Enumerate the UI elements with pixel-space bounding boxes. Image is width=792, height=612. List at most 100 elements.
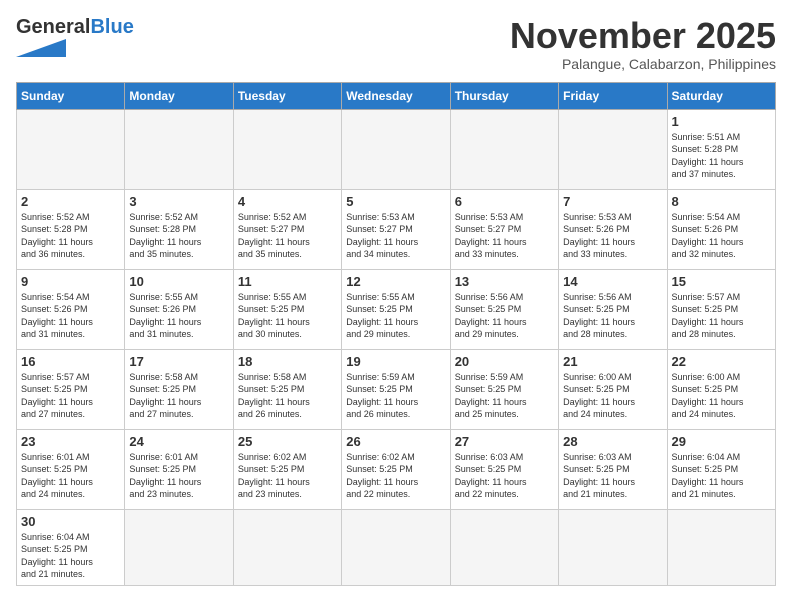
week-row-3: 9 Sunrise: 5:54 AM Sunset: 5:26 PM Daylig… (17, 269, 776, 349)
day-info: Sunrise: 6:04 AM Sunset: 5:25 PM Dayligh… (672, 451, 771, 501)
day-number: 20 (455, 354, 554, 369)
week-row-4: 16 Sunrise: 5:57 AM Sunset: 5:25 PM Dayli… (17, 349, 776, 429)
calendar-cell: 27Sunrise: 6:03 AM Sunset: 5:25 PM Dayli… (450, 429, 558, 509)
weekday-header-saturday: Saturday (667, 82, 775, 109)
day-number: 9 (21, 274, 120, 289)
calendar-cell: 10Sunrise: 5:55 AM Sunset: 5:26 PM Dayli… (125, 269, 233, 349)
day-info: Sunrise: 5:55 AM Sunset: 5:25 PM Dayligh… (346, 291, 445, 341)
calendar-cell (342, 109, 450, 189)
day-number: 25 (238, 434, 337, 449)
day-number: 21 (563, 354, 662, 369)
day-info: Sunrise: 5:57 AM Sunset: 5:25 PM Dayligh… (21, 371, 120, 421)
calendar-cell: 9 Sunrise: 5:54 AM Sunset: 5:26 PM Daylig… (17, 269, 125, 349)
day-number: 24 (129, 434, 228, 449)
day-info: Sunrise: 5:57 AM Sunset: 5:25 PM Dayligh… (672, 291, 771, 341)
weekday-header-thursday: Thursday (450, 82, 558, 109)
calendar-cell (450, 509, 558, 585)
day-number: 6 (455, 194, 554, 209)
day-info: Sunrise: 5:58 AM Sunset: 5:25 PM Dayligh… (129, 371, 228, 421)
calendar-cell (450, 109, 558, 189)
calendar-cell: 22 Sunrise: 6:00 AM Sunset: 5:25 PM Dayli… (667, 349, 775, 429)
day-info: Sunrise: 5:56 AM Sunset: 5:25 PM Dayligh… (455, 291, 554, 341)
calendar-cell: 29 Sunrise: 6:04 AM Sunset: 5:25 PM Dayli… (667, 429, 775, 509)
day-number: 2 (21, 194, 120, 209)
day-info: Sunrise: 5:54 AM Sunset: 5:26 PM Dayligh… (21, 291, 120, 341)
day-info: Sunrise: 5:52 AM Sunset: 5:27 PM Dayligh… (238, 211, 337, 261)
week-row-1: 1Sunrise: 5:51 AM Sunset: 5:28 PM Daylig… (17, 109, 776, 189)
day-info: Sunrise: 5:53 AM Sunset: 5:26 PM Dayligh… (563, 211, 662, 261)
day-info: Sunrise: 6:01 AM Sunset: 5:25 PM Dayligh… (129, 451, 228, 501)
day-info: Sunrise: 5:54 AM Sunset: 5:26 PM Dayligh… (672, 211, 771, 261)
day-number: 22 (672, 354, 771, 369)
day-number: 11 (238, 274, 337, 289)
day-info: Sunrise: 5:53 AM Sunset: 5:27 PM Dayligh… (346, 211, 445, 261)
logo-blue-text: Blue (90, 16, 133, 39)
calendar-cell: 14 Sunrise: 5:56 AM Sunset: 5:25 PM Dayli… (559, 269, 667, 349)
day-info: Sunrise: 5:59 AM Sunset: 5:25 PM Dayligh… (455, 371, 554, 421)
day-info: Sunrise: 5:53 AM Sunset: 5:27 PM Dayligh… (455, 211, 554, 261)
day-number: 28 (563, 434, 662, 449)
calendar-cell (559, 509, 667, 585)
day-info: Sunrise: 5:58 AM Sunset: 5:25 PM Dayligh… (238, 371, 337, 421)
calendar-cell: 28 Sunrise: 6:03 AM Sunset: 5:25 PM Dayli… (559, 429, 667, 509)
calendar-cell: 24 Sunrise: 6:01 AM Sunset: 5:25 PM Dayli… (125, 429, 233, 509)
weekday-header-friday: Friday (559, 82, 667, 109)
day-info: Sunrise: 6:02 AM Sunset: 5:25 PM Dayligh… (346, 451, 445, 501)
day-number: 16 (21, 354, 120, 369)
day-info: Sunrise: 6:04 AM Sunset: 5:25 PM Dayligh… (21, 531, 120, 581)
calendar-cell: 8 Sunrise: 5:54 AM Sunset: 5:26 PM Daylig… (667, 189, 775, 269)
day-number: 19 (346, 354, 445, 369)
weekday-header-sunday: Sunday (17, 82, 125, 109)
calendar-cell (125, 109, 233, 189)
day-info: Sunrise: 5:55 AM Sunset: 5:26 PM Dayligh… (129, 291, 228, 341)
week-row-5: 23Sunrise: 6:01 AM Sunset: 5:25 PM Dayli… (17, 429, 776, 509)
calendar-cell (233, 109, 341, 189)
day-number: 4 (238, 194, 337, 209)
day-number: 29 (672, 434, 771, 449)
day-info: Sunrise: 5:59 AM Sunset: 5:25 PM Dayligh… (346, 371, 445, 421)
weekday-header-monday: Monday (125, 82, 233, 109)
calendar-cell: 23Sunrise: 6:01 AM Sunset: 5:25 PM Dayli… (17, 429, 125, 509)
logo: General Blue (16, 16, 134, 57)
day-info: Sunrise: 6:03 AM Sunset: 5:25 PM Dayligh… (455, 451, 554, 501)
weekday-header-row: SundayMondayTuesdayWednesdayThursdayFrid… (17, 82, 776, 109)
day-number: 1 (672, 114, 771, 129)
calendar-cell: 12Sunrise: 5:55 AM Sunset: 5:25 PM Dayli… (342, 269, 450, 349)
calendar-table: SundayMondayTuesdayWednesdayThursdayFrid… (16, 82, 776, 586)
calendar-cell (125, 509, 233, 585)
calendar-cell: 16 Sunrise: 5:57 AM Sunset: 5:25 PM Dayli… (17, 349, 125, 429)
day-info: Sunrise: 6:00 AM Sunset: 5:25 PM Dayligh… (672, 371, 771, 421)
logo-general-text: General (16, 16, 90, 39)
calendar-cell: 4 Sunrise: 5:52 AM Sunset: 5:27 PM Daylig… (233, 189, 341, 269)
header: General Blue November 2025 Palangue, Cal… (16, 16, 776, 72)
calendar-cell (233, 509, 341, 585)
day-number: 7 (563, 194, 662, 209)
calendar-cell: 21 Sunrise: 6:00 AM Sunset: 5:25 PM Dayli… (559, 349, 667, 429)
day-info: Sunrise: 5:56 AM Sunset: 5:25 PM Dayligh… (563, 291, 662, 341)
week-row-6: 30 Sunrise: 6:04 AM Sunset: 5:25 PM Dayli… (17, 509, 776, 585)
week-row-2: 2 Sunrise: 5:52 AM Sunset: 5:28 PM Daylig… (17, 189, 776, 269)
day-number: 15 (672, 274, 771, 289)
calendar-cell: 18 Sunrise: 5:58 AM Sunset: 5:25 PM Dayli… (233, 349, 341, 429)
location: Palangue, Calabarzon, Philippines (510, 56, 776, 72)
day-info: Sunrise: 5:55 AM Sunset: 5:25 PM Dayligh… (238, 291, 337, 341)
calendar-cell: 1Sunrise: 5:51 AM Sunset: 5:28 PM Daylig… (667, 109, 775, 189)
calendar-cell: 17Sunrise: 5:58 AM Sunset: 5:25 PM Dayli… (125, 349, 233, 429)
calendar-cell: 19 Sunrise: 5:59 AM Sunset: 5:25 PM Dayli… (342, 349, 450, 429)
day-number: 14 (563, 274, 662, 289)
day-number: 30 (21, 514, 120, 529)
calendar-cell: 11 Sunrise: 5:55 AM Sunset: 5:25 PM Dayli… (233, 269, 341, 349)
calendar-cell: 13Sunrise: 5:56 AM Sunset: 5:25 PM Dayli… (450, 269, 558, 349)
weekday-header-wednesday: Wednesday (342, 82, 450, 109)
calendar-cell: 15 Sunrise: 5:57 AM Sunset: 5:25 PM Dayli… (667, 269, 775, 349)
day-number: 18 (238, 354, 337, 369)
calendar-cell: 2 Sunrise: 5:52 AM Sunset: 5:28 PM Daylig… (17, 189, 125, 269)
day-number: 8 (672, 194, 771, 209)
day-info: Sunrise: 5:52 AM Sunset: 5:28 PM Dayligh… (21, 211, 120, 261)
day-info: Sunrise: 5:52 AM Sunset: 5:28 PM Dayligh… (129, 211, 228, 261)
calendar-cell (17, 109, 125, 189)
day-number: 26 (346, 434, 445, 449)
day-info: Sunrise: 6:00 AM Sunset: 5:25 PM Dayligh… (563, 371, 662, 421)
calendar-cell: 20 Sunrise: 5:59 AM Sunset: 5:25 PM Dayli… (450, 349, 558, 429)
day-info: Sunrise: 6:03 AM Sunset: 5:25 PM Dayligh… (563, 451, 662, 501)
